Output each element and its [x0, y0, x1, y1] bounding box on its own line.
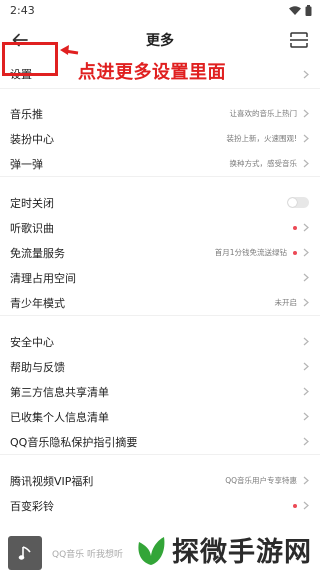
- chevron-right-icon: [303, 223, 309, 232]
- list-item-label: 第三方信息共享清单: [10, 385, 109, 399]
- list-item[interactable]: 已收集个人信息清单: [0, 404, 320, 429]
- list-item[interactable]: 第三方信息共享清单: [0, 379, 320, 404]
- chevron-right-icon: [303, 501, 309, 510]
- chevron-right-icon: [303, 437, 309, 446]
- list-item[interactable]: 百变彩铃: [0, 493, 320, 518]
- list-item[interactable]: 青少年模式 未开启: [0, 290, 320, 315]
- wifi-icon: [289, 5, 301, 15]
- list-item-desc: 未开启: [274, 298, 298, 307]
- chevron-right-icon: [303, 248, 309, 257]
- chevron-right-icon: [303, 412, 309, 421]
- watermark-text: 探微手游网: [172, 536, 312, 568]
- scan-icon[interactable]: [288, 30, 310, 50]
- status-icons: [289, 4, 312, 16]
- list-item[interactable]: 清理占用空间: [0, 265, 320, 290]
- list-item-desc: QQ音乐用户专享特惠: [225, 476, 297, 485]
- list-item-desc: 首月1分钱免流送绿钻: [214, 248, 287, 257]
- list-item-label: QQ音乐隐私保护指引摘要: [10, 435, 138, 449]
- list-item-label: 免流量服务: [10, 246, 65, 260]
- list-item-label: 百变彩铃: [10, 499, 54, 513]
- watermark: 探微手游网: [124, 524, 320, 574]
- watermark-logo-icon: [138, 537, 165, 565]
- section-divider: [0, 176, 320, 190]
- section-divider: [0, 88, 320, 101]
- list-item[interactable]: 听歌识曲: [0, 215, 320, 240]
- list-item[interactable]: QQ音乐隐私保护指引摘要: [0, 429, 320, 454]
- list-item-label: 安全中心: [10, 335, 54, 349]
- list-item-label: 清理占用空间: [10, 271, 76, 285]
- battery-icon: [305, 4, 312, 16]
- list-item[interactable]: 帮助与反馈: [0, 354, 320, 379]
- list-item-label: 帮助与反馈: [10, 360, 65, 374]
- list-item[interactable]: 安全中心: [0, 329, 320, 354]
- list-item-label: 定时关闭: [10, 196, 54, 210]
- chevron-right-icon: [303, 134, 309, 143]
- music-note-icon: [18, 546, 31, 560]
- list-item[interactable]: 装扮中心 装扮上新，火速围观!: [0, 126, 320, 151]
- list-item-label: 音乐推: [10, 107, 43, 121]
- chevron-right-icon: [303, 387, 309, 396]
- status-time: 2:43: [10, 3, 35, 17]
- list-item-label: 已收集个人信息清单: [10, 410, 109, 424]
- list-item[interactable]: 免流量服务 首月1分钱免流送绿钻: [0, 240, 320, 265]
- list-item-desc: 装扮上新，火速围观!: [226, 134, 297, 143]
- chevron-right-icon: [303, 70, 309, 78]
- list-item[interactable]: 弹一弹 换种方式，感受音乐: [0, 151, 320, 176]
- red-dot-badge: [293, 250, 297, 255]
- chevron-right-icon: [303, 109, 309, 118]
- settings-list: 设置 音乐推 让喜欢的音乐上热门 装扮中心 装扮上新，火速围观! 弹一弹 换种方…: [0, 60, 320, 518]
- list-item-label: 青少年模式: [10, 296, 65, 310]
- list-item-label: 听歌识曲: [10, 221, 54, 235]
- list-item-label: 腾讯视频VIP福利: [10, 474, 94, 488]
- chevron-right-icon: [303, 476, 309, 485]
- chevron-right-icon: [303, 298, 309, 307]
- red-dot-badge: [293, 225, 297, 230]
- annotation-text: 点进更多设置里面: [78, 62, 226, 83]
- red-dot-badge: [293, 503, 297, 508]
- sleep-timer-toggle[interactable]: [287, 197, 309, 208]
- section-divider: [0, 454, 320, 468]
- list-item[interactable]: 音乐推 让喜欢的音乐上热门: [0, 101, 320, 126]
- player-text: QQ音乐 听我想听: [52, 549, 124, 560]
- list-item-desc: 换种方式，感受音乐: [229, 159, 298, 168]
- section-divider: [0, 315, 320, 329]
- chevron-right-icon: [303, 337, 309, 346]
- annotation-arrow-icon: [60, 45, 79, 55]
- list-item-label: 弹一弹: [10, 157, 43, 171]
- chevron-right-icon: [303, 273, 309, 282]
- list-item-label: 装扮中心: [10, 132, 54, 146]
- list-item-desc: 让喜欢的音乐上热门: [229, 109, 298, 118]
- annotation-highlight-box: [2, 42, 58, 76]
- player-cover[interactable]: [8, 536, 42, 570]
- status-bar: 2:43: [0, 0, 320, 20]
- chevron-right-icon: [303, 362, 309, 371]
- chevron-right-icon: [303, 159, 309, 168]
- list-item[interactable]: 定时关闭: [0, 190, 320, 215]
- list-item[interactable]: 腾讯视频VIP福利 QQ音乐用户专享特惠: [0, 468, 320, 493]
